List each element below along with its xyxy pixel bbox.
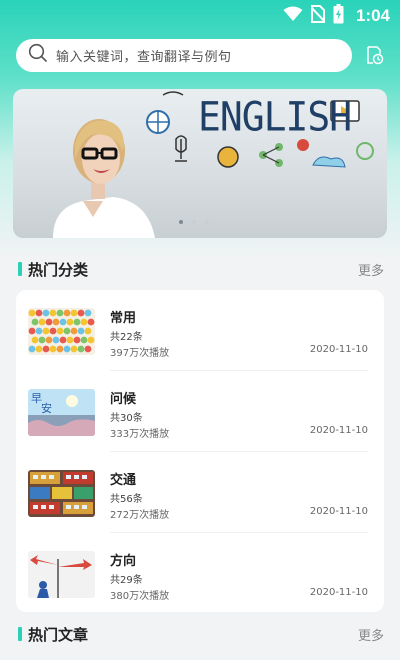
hot-articles-header: 热门文章 更多: [18, 622, 384, 646]
item-title: 交通: [110, 473, 137, 488]
carousel-indicator: [179, 220, 209, 224]
banner-word: ENGLISH: [198, 93, 352, 141]
item-title: 方向: [110, 554, 137, 569]
section-title: 热门文章: [18, 624, 88, 645]
item-date: 2020-11-10: [309, 506, 368, 517]
item-count: 共22条: [110, 332, 143, 343]
history-icon[interactable]: [364, 45, 384, 65]
item-title: 常用: [110, 311, 137, 326]
hot-categories-title: 热门分类: [28, 260, 89, 279]
item-date: 2020-11-10: [309, 344, 368, 355]
accent-bar: [18, 627, 22, 641]
no-sim-icon: [310, 5, 326, 27]
section-title: 热门分类: [18, 259, 88, 280]
search-row: 输入关键词，查询翻译与例句: [16, 38, 386, 72]
more-articles-link[interactable]: 更多: [358, 625, 384, 644]
search-input[interactable]: 输入关键词，查询翻译与例句: [16, 38, 352, 72]
buses-thumbnail: [28, 470, 95, 517]
item-count: 共30条: [110, 413, 143, 424]
battery-charging-icon: [333, 4, 344, 28]
hot-articles-title: 热门文章: [28, 625, 89, 644]
smiley-grid-thumbnail: [28, 308, 95, 355]
item-title: 问候: [110, 392, 137, 407]
clock: 1:04: [355, 6, 390, 25]
signpost-thumbnail: [28, 551, 95, 598]
list-item[interactable]: 常用 共22条 397万次播放 2020-11-10: [16, 290, 384, 371]
svg-text:安: 安: [41, 401, 52, 415]
wifi-icon: [283, 6, 303, 26]
item-date: 2020-11-10: [309, 587, 368, 598]
list-item[interactable]: 交通 共56条 272万次播放 2020-11-10: [16, 452, 384, 533]
item-plays: 380万次播放: [110, 591, 170, 602]
carousel-dot: [179, 220, 183, 224]
item-count: 共29条: [110, 575, 143, 586]
item-plays: 333万次播放: [110, 429, 170, 440]
carousel-dot: [192, 220, 196, 224]
status-bar: 1:04: [0, 0, 400, 32]
item-date: 2020-11-10: [309, 425, 368, 436]
search-icon: [28, 43, 48, 67]
more-categories-link[interactable]: 更多: [358, 260, 384, 279]
hot-categories-header: 热门分类 更多: [18, 257, 384, 281]
banner-carousel[interactable]: ENGLISH: [13, 89, 387, 238]
item-plays: 272万次播放: [110, 510, 170, 521]
list-item[interactable]: 早 安 问候 共30条 333万次播放 2020-11-10: [16, 371, 384, 452]
carousel-dot: [205, 220, 209, 224]
categories-list: 常用 共22条 397万次播放 2020-11-10 早 安 问候 共30条 3…: [16, 290, 384, 612]
good-morning-thumbnail: 早 安: [28, 389, 95, 436]
item-count: 共56条: [110, 494, 143, 505]
item-plays: 397万次播放: [110, 348, 170, 359]
list-item[interactable]: 方向 共29条 380万次播放 2020-11-10: [16, 533, 384, 614]
accent-bar: [18, 262, 22, 276]
search-placeholder: 输入关键词，查询翻译与例句: [56, 49, 232, 65]
